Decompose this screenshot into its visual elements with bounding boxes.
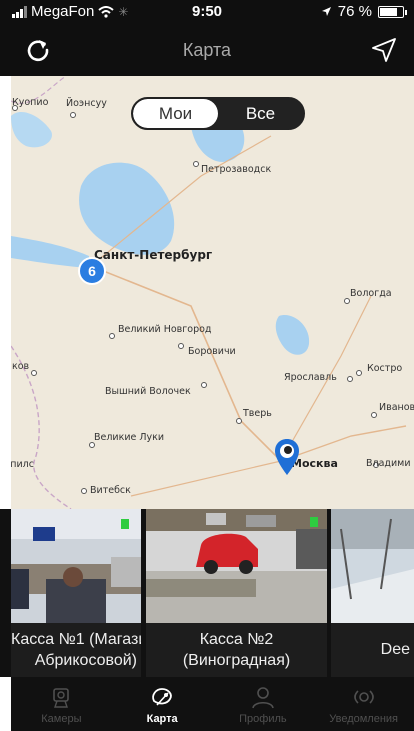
- camera-thumbnail: [146, 509, 327, 623]
- camera-title-line2: Абрикосовой): [34, 652, 137, 669]
- city-dot: [109, 333, 115, 339]
- tab-label: Камеры: [41, 713, 82, 725]
- city-label-kuopio: Куопио: [12, 97, 49, 108]
- city-label-volochek: Вышний Волочек: [105, 386, 191, 397]
- city-label-vologda: Вологда: [350, 288, 392, 299]
- city-label-borovichi: Боровичи: [188, 346, 236, 357]
- city-label-vladimir: Владими: [366, 458, 411, 469]
- city-label-yaroslavl: Ярославль: [284, 372, 337, 383]
- camera-card[interactable]: Касса №1 (Магазин Абрикосовой): [11, 509, 141, 677]
- status-bar: MegaFon ✳ 9:50 76 %: [0, 0, 414, 22]
- my-all-toggle[interactable]: Мои Все: [131, 97, 305, 130]
- city-label-vitebsk: Витебск: [90, 485, 131, 496]
- profile-icon: [252, 687, 274, 709]
- navigation-bar: Карта: [0, 22, 414, 76]
- city-label-kostroma: Костро: [367, 363, 403, 374]
- city-dot: [201, 382, 207, 388]
- city-dot: [236, 418, 242, 424]
- city-label-novgorod: Великий Новгород: [118, 324, 212, 335]
- tab-map[interactable]: Карта: [112, 677, 213, 731]
- map-view[interactable]: Мои Все Куопио Йоэнсуу Петрозаводск Санк…: [11, 76, 414, 509]
- city-label-petrozavodsk: Петрозаводск: [201, 164, 272, 175]
- camera-card[interactable]: Dee: [331, 509, 414, 677]
- battery-icon: [378, 5, 407, 18]
- tab-cameras[interactable]: Камеры: [11, 677, 112, 731]
- city-dot: [347, 376, 353, 382]
- city-label-tver: Тверь: [243, 408, 272, 419]
- segment-all[interactable]: Все: [218, 99, 303, 128]
- camera-location-pin-icon[interactable]: [274, 438, 300, 476]
- city-label-joensuu: Йоэнсуу: [66, 98, 107, 109]
- camera-cluster-marker[interactable]: 6: [78, 257, 106, 285]
- battery-percent: 76 %: [337, 3, 372, 20]
- location-arrow-icon[interactable]: [368, 34, 400, 66]
- camera-title-line2: (Виноградная): [182, 652, 291, 669]
- notifications-icon: [353, 690, 374, 704]
- city-dot: [31, 370, 37, 376]
- city-dot: [356, 370, 362, 376]
- status-right: 76 %: [321, 3, 407, 20]
- camera-caption: Dee: [331, 623, 414, 677]
- city-label-spb: Санкт-Петербург: [94, 248, 213, 262]
- segment-mine[interactable]: Мои: [133, 99, 218, 128]
- camera-card[interactable]: Касса №2 (Виноградная): [146, 509, 327, 677]
- camera-title-line1: Dee: [380, 641, 410, 658]
- camera-thumbnail: [331, 509, 414, 623]
- tab-label: Уведомления: [329, 713, 399, 725]
- camera-title-line1: Касса №1 (Магазин: [11, 631, 141, 648]
- tab-profile[interactable]: Профиль: [213, 677, 314, 731]
- location-services-icon: [321, 7, 331, 16]
- tab-bar: Камеры Карта Профиль Уведомления: [11, 677, 414, 731]
- camera-caption: Касса №2 (Виноградная): [146, 623, 327, 677]
- camera-title-line1: Касса №2: [199, 631, 274, 648]
- city-dot: [81, 488, 87, 494]
- city-dot: [193, 161, 199, 167]
- tab-label: Карта: [146, 713, 178, 725]
- city-label-daugavpils: Даугавпилс: [11, 459, 34, 470]
- city-dot: [178, 343, 184, 349]
- tab-label: Профиль: [239, 713, 287, 725]
- city-label-kov: ков: [12, 361, 30, 372]
- tab-notifications[interactable]: Уведомления: [313, 677, 414, 731]
- city-dot: [89, 442, 95, 448]
- camera-thumbnail: [11, 509, 141, 623]
- city-label-ivanovo: Иваново: [379, 402, 414, 413]
- camera-carousel[interactable]: Касса №1 (Магазин Абрикосовой) Касса №2 …: [0, 509, 414, 677]
- city-label-luki: Великие Луки: [94, 432, 165, 443]
- map-icon: [152, 688, 172, 706]
- camera-icon: [53, 688, 70, 708]
- camera-caption: Касса №1 (Магазин Абрикосовой): [11, 623, 141, 677]
- city-dot: [70, 112, 76, 118]
- page-title: Карта: [182, 40, 232, 60]
- city-dot: [371, 412, 377, 418]
